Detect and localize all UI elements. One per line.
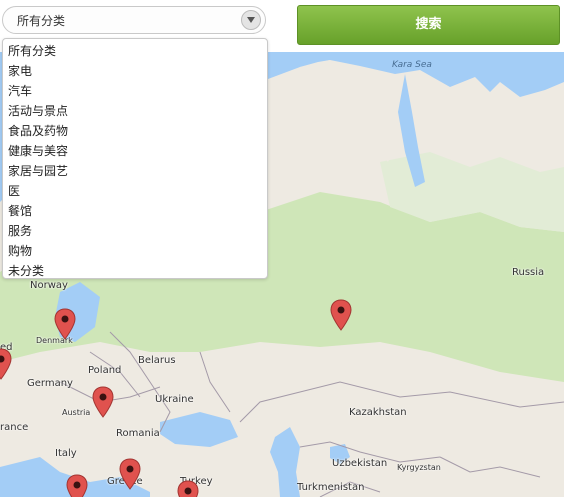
label-austria: Austria: [62, 408, 91, 417]
label-germany: Germany: [27, 378, 73, 389]
label-norway: Norway: [30, 280, 68, 291]
category-option[interactable]: 家居与园艺: [3, 161, 267, 181]
category-option[interactable]: 汽车: [3, 81, 267, 101]
category-option[interactable]: 健康与美容: [3, 141, 267, 161]
label-poland: Poland: [88, 365, 122, 376]
search-button[interactable]: 搜索: [297, 5, 560, 45]
category-dropdown[interactable]: 所有分类 家电 汽车 活动与景点 食品及药物 健康与美容 家居与园艺 医 餐馆 …: [2, 38, 268, 279]
category-option[interactable]: 所有分类: [3, 41, 267, 61]
map-pin-icon[interactable]: [92, 386, 114, 418]
map-pin-icon[interactable]: [54, 308, 76, 340]
label-russia: Russia: [512, 267, 545, 278]
map-pin-icon[interactable]: [0, 348, 12, 380]
category-option[interactable]: 服务: [3, 221, 267, 241]
label-kazakhstan: Kazakhstan: [349, 407, 407, 418]
label-ukraine: Ukraine: [155, 394, 194, 405]
label-france: rance: [0, 422, 29, 433]
label-italy: Italy: [55, 448, 77, 459]
category-option[interactable]: 食品及药物: [3, 121, 267, 141]
category-option[interactable]: 家电: [3, 61, 267, 81]
label-belarus: Belarus: [138, 355, 176, 366]
map-pin-icon[interactable]: [330, 299, 352, 331]
category-option[interactable]: 餐馆: [3, 201, 267, 221]
label-uzbekistan: Uzbekistan: [332, 458, 388, 469]
category-option[interactable]: 未分类: [3, 261, 267, 281]
category-option[interactable]: 医: [3, 181, 267, 201]
category-select[interactable]: 所有分类: [2, 6, 266, 34]
label-kyrgyzstan: Kyrgyzstan: [397, 463, 441, 472]
label-turkmenistan: Turkmenistan: [297, 482, 365, 493]
label-kara-sea: Kara Sea: [392, 60, 432, 70]
label-romania: Romania: [116, 428, 160, 439]
map-pin-icon[interactable]: [119, 458, 141, 490]
chevron-down-icon[interactable]: [241, 10, 261, 30]
category-option[interactable]: 活动与景点: [3, 101, 267, 121]
map-pin-icon[interactable]: [66, 474, 88, 497]
map-pin-icon[interactable]: [177, 480, 199, 497]
category-option[interactable]: 购物: [3, 241, 267, 261]
category-select-value: 所有分类: [17, 14, 66, 28]
